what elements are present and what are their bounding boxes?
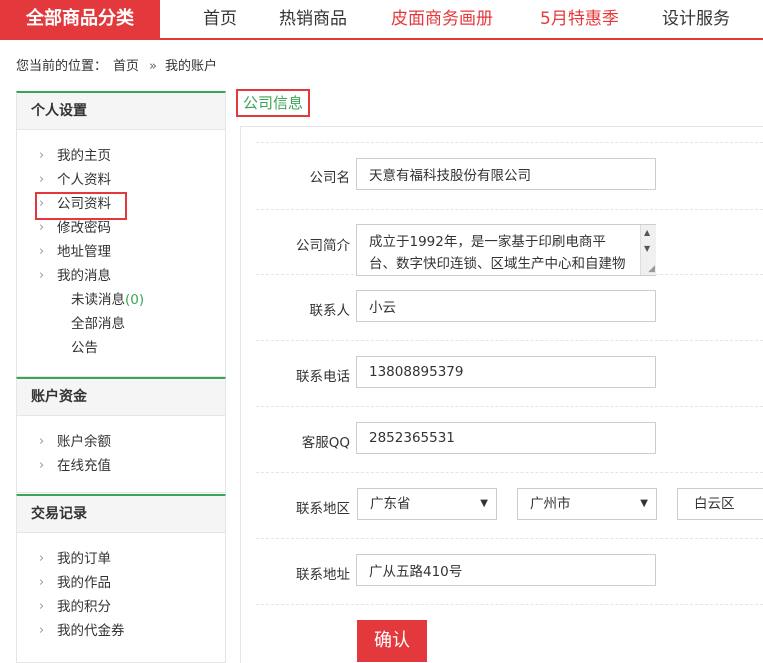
sidebar-item-label: 我的作品 xyxy=(57,575,111,591)
sidebar-records-list: › 我的订单 › 我的作品 › 我的积分 › 我的代金券 xyxy=(17,533,225,653)
sidebar-funds-list: › 账户余额 › 在线充值 xyxy=(17,416,225,488)
sidebar-sub-all-messages[interactable]: 全部消息 xyxy=(17,312,225,336)
resize-grip-icon[interactable]: ◢ xyxy=(648,264,655,274)
row-divider xyxy=(256,538,763,539)
top-nav: 全部商品分类 首页 热销商品 皮面商务画册 5月特惠季 设计服务 xyxy=(0,0,763,40)
sidebar-item-label: 修改密码 xyxy=(57,220,111,236)
breadcrumb-separator: » xyxy=(149,59,157,74)
address-input[interactable] xyxy=(356,554,656,586)
company-name-input[interactable] xyxy=(356,158,656,190)
row-divider xyxy=(256,209,763,210)
nav-item-may-sale[interactable]: 5月特惠季 xyxy=(540,0,619,38)
scroll-up-icon[interactable]: ▲ xyxy=(644,228,650,237)
region-label: 联系地区 xyxy=(296,501,350,517)
sidebar-sub-unread[interactable]: 未读消息(0) xyxy=(17,288,225,312)
sidebar-item-works[interactable]: › 我的作品 xyxy=(17,571,225,595)
chevron-right-icon: › xyxy=(39,575,45,590)
qq-input[interactable] xyxy=(356,422,656,454)
nav-item-design[interactable]: 设计服务 xyxy=(662,0,730,38)
sidebar-funds-section: 账户资金 › 账户余额 › 在线充值 xyxy=(16,377,226,493)
company-intro-label: 公司简介 xyxy=(296,238,350,254)
chevron-right-icon: › xyxy=(39,268,45,283)
sidebar-personal-section: 个人设置 › 我的主页 › 个人资料 › 公司资料 › 修改密码 › 地址管理 › 我的消息… xyxy=(16,91,226,377)
sidebar-funds-title: 账户资金 xyxy=(17,379,225,416)
nav-item-hot[interactable]: 热销商品 xyxy=(279,0,347,38)
company-intro-textarea[interactable]: 成立于1992年，是一家基于印刷电商平台、数字快印连锁、区域生产中心和自建物流配… xyxy=(356,224,656,276)
sidebar-records-section: 交易记录 › 我的订单 › 我的作品 › 我的积分 › 我的代金券 xyxy=(16,494,226,663)
sidebar-item-points[interactable]: › 我的积分 xyxy=(17,595,225,619)
breadcrumb: 您当前的位置： 首页 » 我的账户 xyxy=(16,55,223,74)
sidebar-item-recharge[interactable]: › 在线充值 xyxy=(17,454,225,478)
row-divider xyxy=(256,142,763,143)
row-divider xyxy=(256,604,763,605)
contact-label: 联系人 xyxy=(309,303,351,319)
intro-scrollbar[interactable]: ▲ ▼ ◢ xyxy=(640,225,656,275)
page-title: 公司信息 xyxy=(236,89,310,117)
sidebar-item-label: 我的积分 xyxy=(57,599,111,615)
chevron-right-icon: › xyxy=(39,148,45,163)
row-divider xyxy=(256,406,763,407)
nav-item-album[interactable]: 皮面商务画册 xyxy=(391,0,493,38)
contact-input[interactable] xyxy=(356,290,656,322)
dropdown-arrow-icon: ▼ xyxy=(640,498,648,509)
sidebar-records-title: 交易记录 xyxy=(17,496,225,533)
sidebar-item-label: 我的代金券 xyxy=(57,623,125,639)
chevron-right-icon: › xyxy=(39,458,45,473)
chevron-right-icon: › xyxy=(39,172,45,187)
sidebar-item-label: 我的主页 xyxy=(57,148,111,164)
confirm-button[interactable]: 确认 xyxy=(357,620,427,662)
nav-item-home[interactable]: 首页 xyxy=(203,0,237,38)
chevron-right-icon: › xyxy=(39,434,45,449)
province-value: 广东省 xyxy=(370,496,411,512)
qq-label: 客服QQ xyxy=(301,435,350,451)
sidebar-sub-notice[interactable]: 公告 xyxy=(17,336,225,360)
sidebar-sub-label: 未读消息 xyxy=(71,292,125,308)
breadcrumb-prefix: 您当前的位置： xyxy=(16,59,108,74)
chevron-right-icon: › xyxy=(39,244,45,259)
phone-label: 联系电话 xyxy=(296,369,350,385)
sidebar-item-homepage[interactable]: › 我的主页 xyxy=(17,144,225,168)
row-divider xyxy=(256,472,763,473)
chevron-right-icon: › xyxy=(39,623,45,638)
sidebar-item-profile[interactable]: › 个人资料 xyxy=(17,168,225,192)
sidebar-item-label: 在线充值 xyxy=(57,458,111,474)
sidebar-item-vouchers[interactable]: › 我的代金券 xyxy=(17,619,225,643)
city-select[interactable]: 广州市 ▼ xyxy=(517,488,657,520)
sidebar-item-label: 账户余额 xyxy=(57,434,111,450)
sidebar-item-messages[interactable]: › 我的消息 xyxy=(17,264,225,288)
phone-input[interactable] xyxy=(356,356,656,388)
address-label: 联系地址 xyxy=(296,567,350,583)
sidebar-item-label: 我的消息 xyxy=(57,268,111,284)
sidebar-personal-title: 个人设置 xyxy=(17,93,225,130)
highlight-company-item xyxy=(35,192,127,220)
sidebar-item-label: 地址管理 xyxy=(57,244,111,260)
sidebar-personal-list: › 我的主页 › 个人资料 › 公司资料 › 修改密码 › 地址管理 › 我的消息 未读消息… xyxy=(17,130,225,370)
chevron-right-icon: › xyxy=(39,599,45,614)
province-select[interactable]: 广东省 ▼ xyxy=(357,488,497,520)
district-value: 白云区 xyxy=(694,496,735,512)
city-value: 广州市 xyxy=(530,496,571,512)
sidebar-item-orders[interactable]: › 我的订单 xyxy=(17,547,225,571)
sidebar-item-label: 我的订单 xyxy=(57,551,111,567)
company-name-label: 公司名 xyxy=(309,170,351,186)
all-categories-button[interactable]: 全部商品分类 xyxy=(0,0,160,38)
scroll-down-icon[interactable]: ▼ xyxy=(644,244,650,253)
row-divider xyxy=(256,340,763,341)
sidebar-item-address[interactable]: › 地址管理 xyxy=(17,240,225,264)
chevron-right-icon: › xyxy=(39,551,45,566)
breadcrumb-current: 我的账户 xyxy=(165,59,218,74)
sidebar-item-balance[interactable]: › 账户余额 xyxy=(17,430,225,454)
unread-count: (0) xyxy=(125,292,145,308)
dropdown-arrow-icon: ▼ xyxy=(480,498,488,509)
breadcrumb-home[interactable]: 首页 xyxy=(113,59,139,74)
sidebar-item-label: 个人资料 xyxy=(57,172,111,188)
district-select[interactable]: 白云区 xyxy=(677,488,763,520)
